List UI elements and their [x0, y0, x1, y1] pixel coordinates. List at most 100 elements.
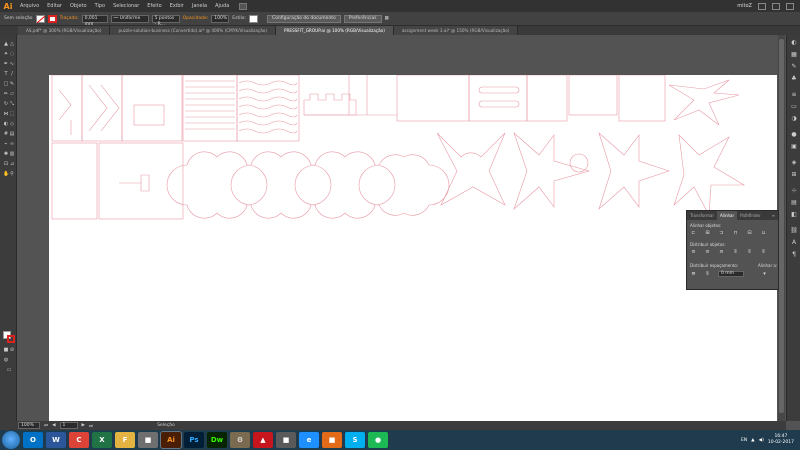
last-artboard-icon[interactable]: ⏭: [89, 423, 93, 429]
cut-piece[interactable]: [598, 132, 670, 210]
align-panel-icon[interactable]: ▤: [790, 199, 798, 206]
slice-tool-icon[interactable]: ⊿: [9, 161, 15, 167]
color-panel-icon[interactable]: ◐: [790, 39, 798, 46]
graphic-styles-icon[interactable]: ▣: [790, 143, 798, 150]
cut-piece[interactable]: [51, 142, 98, 220]
spacing-input[interactable]: 0 mm: [718, 271, 744, 277]
cut-piece[interactable]: [478, 100, 520, 108]
lasso-icon[interactable]: ◌: [9, 51, 15, 57]
style-swatch[interactable]: [249, 14, 258, 23]
distribute-left-icon[interactable]: ⦀: [732, 249, 739, 255]
cut-piece[interactable]: [568, 74, 618, 116]
opacity-label[interactable]: Opacidade:: [183, 16, 209, 21]
zoom-dropdown[interactable]: 100%: [18, 422, 40, 429]
menu-type[interactable]: Tipo: [91, 3, 110, 9]
distribute-hcenter-icon[interactable]: ⦀: [746, 249, 753, 255]
direct-selection-tool-icon[interactable]: △: [9, 41, 15, 47]
distribute-bottom-icon[interactable]: ≡: [718, 249, 725, 255]
paintbrush-tool-icon[interactable]: ✎: [9, 81, 15, 87]
align-bottom-icon[interactable]: ⊔: [760, 230, 767, 236]
tab-transform[interactable]: Transformar: [687, 211, 717, 220]
layers-panel-icon[interactable]: ◈: [790, 159, 798, 166]
cut-piece[interactable]: [618, 74, 666, 122]
cut-piece[interactable]: [673, 134, 746, 217]
stroke-label[interactable]: Traçado:: [60, 16, 79, 21]
cut-piece[interactable]: [88, 84, 120, 132]
menu-view[interactable]: Exibir: [166, 3, 188, 9]
gradient-panel-icon[interactable]: ▭: [790, 103, 798, 110]
pathfinder-panel-icon[interactable]: ◧: [790, 211, 798, 218]
dreamweaver-icon[interactable]: Dw: [207, 432, 227, 448]
illustrator-taskbar-icon[interactable]: Ai: [160, 431, 182, 449]
panel-menu-icon[interactable]: ≡: [769, 211, 778, 220]
minimize-icon[interactable]: [758, 2, 766, 10]
clock[interactable]: 16:47 10-02-2017: [768, 434, 794, 446]
zoom-tool-icon[interactable]: ⚲: [9, 171, 15, 177]
cut-piece[interactable]: [478, 86, 520, 94]
artboard-number[interactable]: 1: [59, 422, 78, 429]
bridge-icon[interactable]: [239, 2, 248, 10]
photoshop-icon[interactable]: Ps: [184, 432, 204, 448]
cut-piece[interactable]: [668, 79, 740, 126]
vertical-scrollbar[interactable]: [778, 35, 785, 421]
menu-edit[interactable]: Editar: [43, 3, 66, 9]
scale-tool-icon[interactable]: ⤡: [9, 101, 15, 107]
blend-tool-icon[interactable]: ∞: [9, 141, 15, 147]
close-icon[interactable]: [786, 2, 794, 10]
artboard[interactable]: [49, 74, 777, 425]
fill-swatch[interactable]: [35, 14, 45, 23]
volume-icon[interactable]: ◀): [759, 438, 764, 443]
transform-panel-icon[interactable]: ⊹: [790, 187, 798, 194]
word-icon[interactable]: W: [46, 432, 66, 448]
symbols-panel-icon[interactable]: ♣: [790, 75, 798, 82]
cut-piece[interactable]: [133, 104, 165, 126]
variable-width-profile[interactable]: ⎯⎯ Uniforme: [110, 14, 149, 23]
eraser-tool-icon[interactable]: ▱: [9, 91, 15, 97]
cut-piece[interactable]: [569, 153, 589, 173]
distribute-right-icon[interactable]: ⦀: [760, 249, 767, 255]
appearance-panel-icon[interactable]: ●: [790, 131, 798, 138]
artboards-panel-icon[interactable]: ⊞: [790, 171, 798, 178]
tab-puzzle[interactable]: puzzle-solution-business (Convertido).ai…: [110, 26, 276, 35]
cut-piece[interactable]: [121, 74, 183, 142]
cut-piece[interactable]: [358, 154, 450, 216]
horizontal-spacing-icon[interactable]: ⦀: [704, 271, 711, 277]
current-tool-label[interactable]: Seleção: [157, 423, 175, 428]
file-explorer-icon[interactable]: F: [115, 432, 135, 448]
line-tool-icon[interactable]: /: [9, 71, 15, 77]
swatches-panel-icon[interactable]: ▦: [790, 51, 798, 58]
chrome-icon[interactable]: C: [69, 432, 89, 448]
align-vcenter-icon[interactable]: ⊟: [746, 230, 753, 236]
brushes-panel-icon[interactable]: ✎: [790, 63, 798, 70]
stroke-color-icon[interactable]: [7, 335, 15, 343]
menu-window[interactable]: Janela: [188, 3, 211, 9]
none-mode-icon[interactable]: ⊘: [9, 347, 15, 353]
stroke-weight-input[interactable]: 0,001 mm: [81, 14, 108, 27]
stroke-panel-icon[interactable]: ≡: [790, 91, 798, 98]
settings-app-icon[interactable]: ⚙: [230, 432, 250, 448]
align-to-dropdown-icon[interactable]: ▾: [761, 271, 768, 277]
cut-piece[interactable]: [526, 74, 568, 122]
tab-as-pdf[interactable]: AS.pdf* @ 300% (RGB/Visualização): [18, 26, 111, 35]
stroke-swatch[interactable]: [47, 14, 57, 23]
graph-tool-icon[interactable]: ▥: [9, 151, 15, 157]
menu-effect[interactable]: Efeito: [143, 3, 165, 9]
cut-piece[interactable]: [182, 74, 238, 142]
next-artboard-icon[interactable]: ▶: [82, 423, 85, 428]
user-name[interactable]: mitoZ: [737, 3, 752, 9]
maximize-icon[interactable]: [772, 2, 780, 10]
document-setup-button[interactable]: Configuração do documento: [267, 14, 341, 23]
spotify-icon[interactable]: ●: [368, 432, 388, 448]
cut-piece[interactable]: [303, 93, 357, 116]
distribute-top-icon[interactable]: ≡: [690, 249, 697, 255]
tab-align[interactable]: Alinhar: [717, 211, 738, 220]
menu-file[interactable]: Arquivo: [16, 3, 43, 9]
scrollbar-thumb[interactable]: [779, 39, 784, 413]
outlook-icon[interactable]: O: [23, 432, 43, 448]
perspective-grid-icon[interactable]: ◇: [9, 121, 15, 127]
start-button[interactable]: [2, 431, 20, 449]
curvature-tool-icon[interactable]: ∿: [9, 61, 15, 67]
free-transform-icon[interactable]: ⬚: [9, 111, 15, 117]
edge-icon[interactable]: e: [299, 432, 319, 448]
language-indicator[interactable]: EN: [741, 438, 747, 443]
